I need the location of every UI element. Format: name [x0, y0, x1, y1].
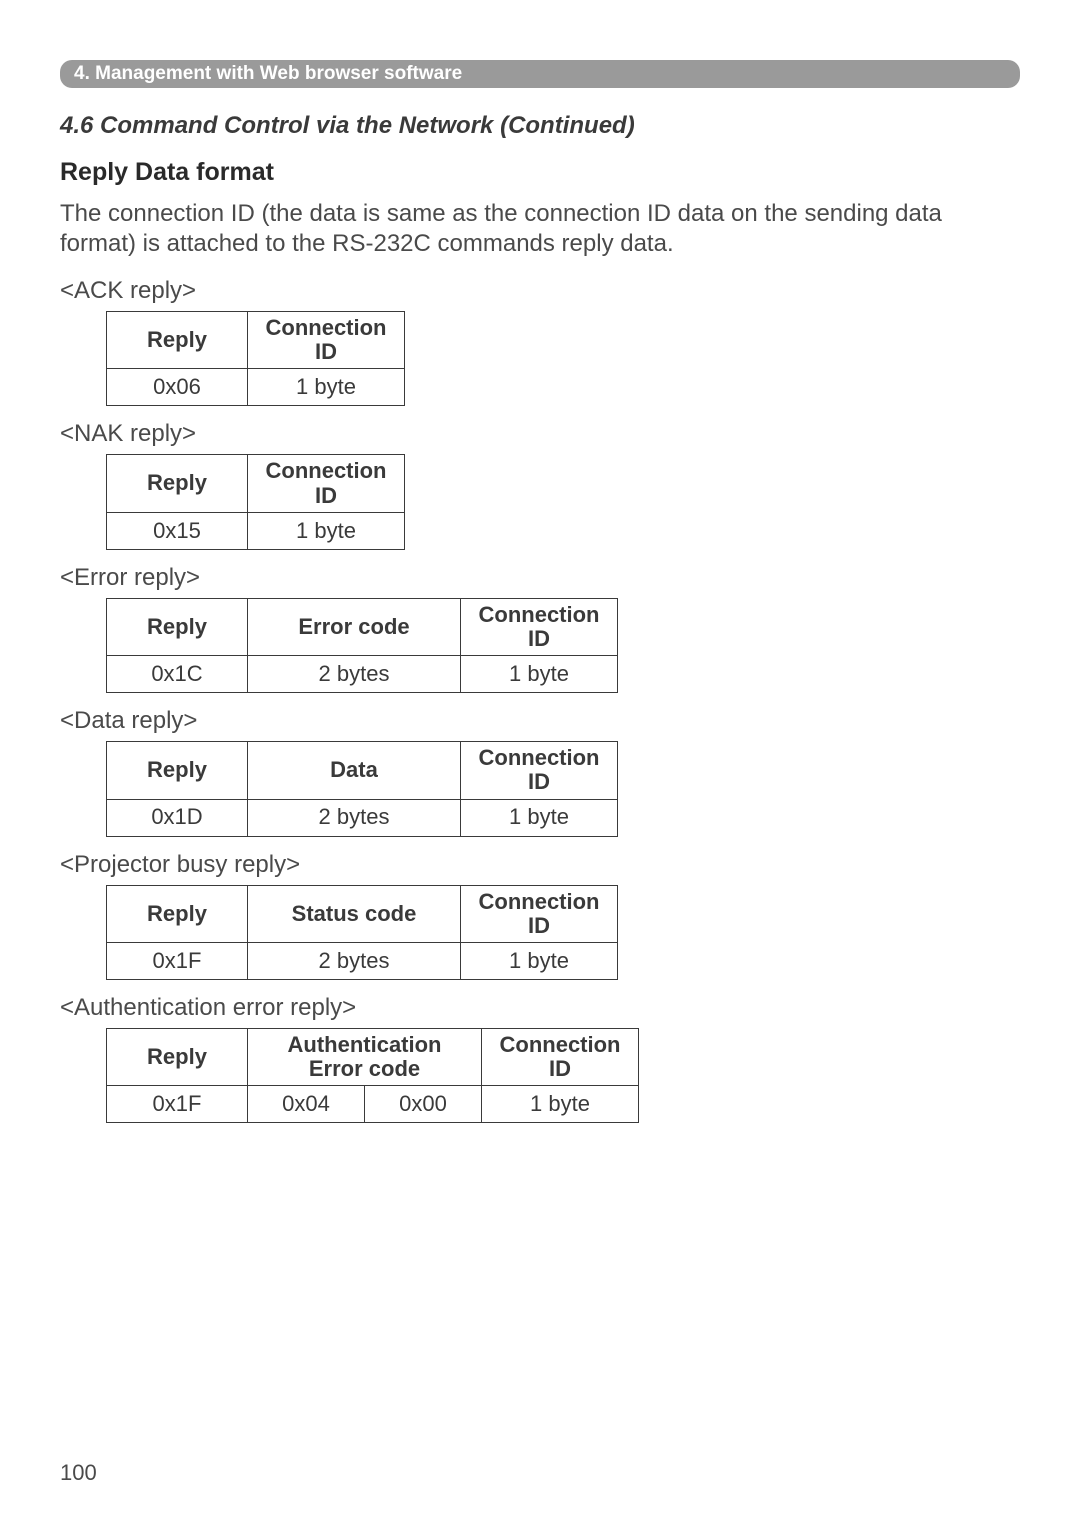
table-cell: 2 bytes [248, 799, 461, 836]
table-header: Connection ID [461, 598, 618, 655]
busy-reply-table: Reply Status code Connection ID 0x1F 2 b… [106, 885, 618, 980]
auth-reply-table: Reply Authentication Error code Connecti… [106, 1028, 639, 1123]
auth-reply-label: <Authentication error reply> [60, 994, 1020, 1022]
error-reply-table: Reply Error code Connection ID 0x1C 2 by… [106, 598, 618, 693]
ack-reply-table: Reply Connection ID 0x06 1 byte [106, 311, 405, 406]
table-header: Reply [107, 455, 248, 512]
nak-reply-table: Reply Connection ID 0x15 1 byte [106, 454, 405, 549]
table-cell: 2 bytes [248, 942, 461, 979]
nak-reply-label: <NAK reply> [60, 420, 1020, 448]
data-reply-table: Reply Data Connection ID 0x1D 2 bytes 1 … [106, 741, 618, 836]
table-header: Connection ID [461, 885, 618, 942]
table-header: Connection ID [482, 1028, 639, 1085]
table-cell: 1 byte [482, 1086, 639, 1123]
chapter-text: 4. Management with Web browser software [74, 63, 462, 84]
chapter-bar: 4. Management with Web browser software [60, 60, 1020, 88]
table-header: Error code [248, 598, 461, 655]
table-header: Reply [107, 1028, 248, 1085]
table-header: Reply [107, 312, 248, 369]
table-header: Authentication Error code [248, 1028, 482, 1085]
table-header: Reply [107, 598, 248, 655]
table-cell: 2 bytes [248, 656, 461, 693]
table-cell: 0x1F [107, 1086, 248, 1123]
table-header: Data [248, 742, 461, 799]
table-header: Reply [107, 885, 248, 942]
table-header: Connection ID [248, 455, 405, 512]
table-cell: 0x04 [248, 1086, 365, 1123]
page-number: 100 [60, 1460, 97, 1486]
table-cell: 0x1C [107, 656, 248, 693]
table-header: Reply [107, 742, 248, 799]
table-cell: 1 byte [248, 512, 405, 549]
subheading-reply-data-format: Reply Data format [60, 158, 1020, 187]
table-cell: 1 byte [461, 942, 618, 979]
chapter-pill: 4. Management with Web browser software [74, 63, 462, 85]
table-header: Status code [248, 885, 461, 942]
table-cell: 0x06 [107, 369, 248, 406]
table-header: Connection ID [248, 312, 405, 369]
ack-reply-label: <ACK reply> [60, 277, 1020, 305]
section-title: 4.6 Command Control via the Network (Con… [60, 112, 1020, 140]
table-cell: 0x15 [107, 512, 248, 549]
intro-paragraph: The connection ID (the data is same as t… [60, 199, 1020, 259]
table-cell: 0x1F [107, 942, 248, 979]
table-cell: 1 byte [461, 799, 618, 836]
error-reply-label: <Error reply> [60, 564, 1020, 592]
table-cell: 0x1D [107, 799, 248, 836]
busy-reply-label: <Projector busy reply> [60, 851, 1020, 879]
table-header: Connection ID [461, 742, 618, 799]
table-cell: 1 byte [461, 656, 618, 693]
table-cell: 1 byte [248, 369, 405, 406]
data-reply-label: <Data reply> [60, 707, 1020, 735]
table-cell: 0x00 [365, 1086, 482, 1123]
document-page: 4. Management with Web browser software … [0, 0, 1080, 1532]
